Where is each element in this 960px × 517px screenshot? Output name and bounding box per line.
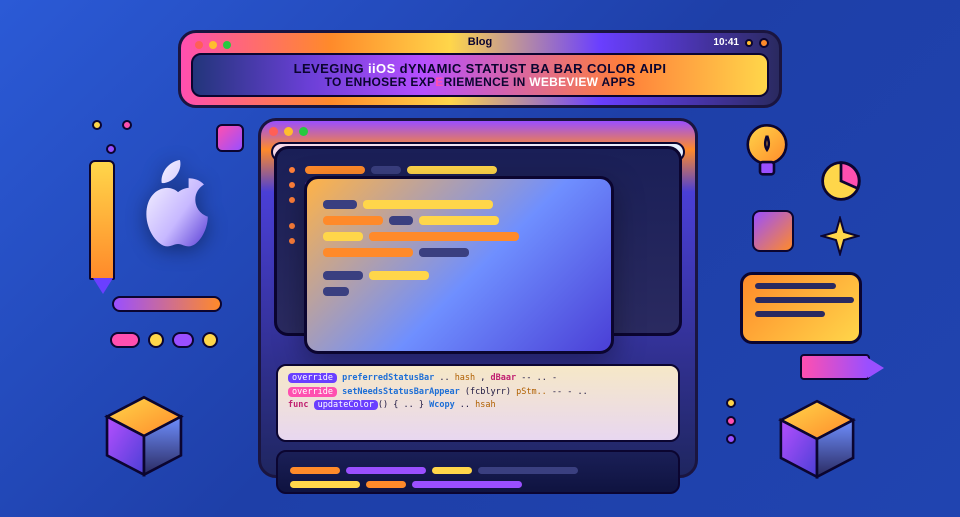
- dot-column-icon: [726, 398, 736, 444]
- headline-line-2: TO ENHOSER EXPERIEMENCE IN WEBEVIEW APPS: [207, 75, 753, 89]
- window-traffic-lights: [261, 121, 695, 142]
- square-tile-icon: [752, 210, 794, 252]
- status-dot-icon: [759, 38, 769, 48]
- pie-chart-icon: [818, 158, 864, 209]
- document-card-icon: [740, 272, 862, 344]
- close-icon[interactable]: [269, 127, 278, 136]
- square-tile-icon: [216, 124, 244, 152]
- sparkle-icon: [820, 216, 860, 256]
- cube-icon: [774, 396, 860, 482]
- browser-window-header: Blog 10:41 LEVEGING iiOS dYNAMIC STATUST…: [178, 30, 782, 108]
- zoom-icon[interactable]: [223, 41, 231, 49]
- zoom-icon[interactable]: [299, 127, 308, 136]
- cube-icon: [100, 392, 188, 480]
- status-bar-right: 10:41: [713, 37, 769, 48]
- minimize-icon[interactable]: [209, 41, 217, 49]
- pencil-icon: [800, 354, 870, 380]
- code-line: func updateColor() { .. } Wcopy .. hsah: [288, 399, 668, 413]
- close-icon[interactable]: [195, 41, 203, 49]
- capsule-bar-icon: [112, 296, 222, 312]
- code-snippet-panel: override preferredStatusBar .. hash , dB…: [276, 364, 680, 442]
- lightbulb-icon: [740, 120, 794, 190]
- editor-footer-panel: [276, 450, 680, 494]
- code-line: override preferredStatusBar .. hash , dB…: [288, 372, 668, 386]
- apple-logo-icon: [126, 160, 208, 256]
- graph-nodes-icon: [92, 120, 142, 160]
- headline-line-1: LEVEGING iiOS dYNAMIC STATUST BA BAR COL…: [207, 61, 753, 76]
- minimize-icon[interactable]: [284, 127, 293, 136]
- clock-label: 10:41: [713, 37, 739, 48]
- dot-row-icon: [110, 332, 218, 348]
- status-dot-icon: [745, 39, 753, 47]
- window-title: Blog: [468, 36, 492, 48]
- article-title-banner: LEVEGING iiOS dYNAMIC STATUST BA BAR COL…: [191, 53, 769, 97]
- code-line: override setNeedsStatusBarAppear (fcblyr…: [288, 386, 668, 400]
- editor-window-front: [304, 176, 614, 354]
- pencil-icon: [89, 160, 115, 280]
